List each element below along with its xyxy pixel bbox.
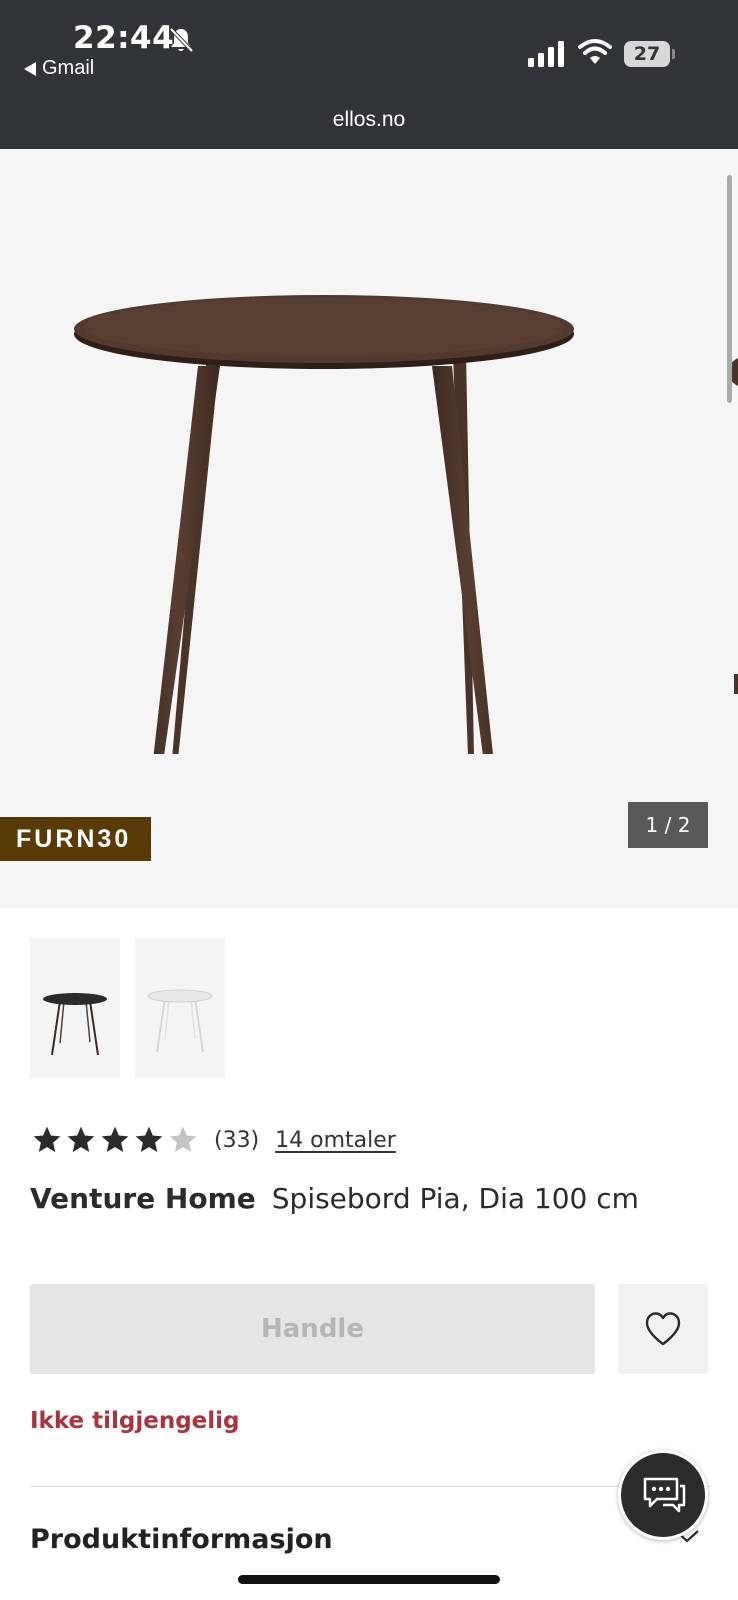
cellular-signal-icon — [528, 41, 564, 67]
product-rating[interactable]: (33) 14 omtaler — [30, 1123, 396, 1157]
availability-status: Ikke tilgjengelig — [30, 1408, 240, 1434]
favorite-button[interactable] — [618, 1284, 708, 1374]
wifi-icon — [578, 39, 612, 64]
reviews-link[interactable]: 14 omtaler — [275, 1128, 396, 1153]
battery-icon: 27 — [624, 41, 675, 67]
buy-button[interactable]: Handle — [30, 1284, 595, 1374]
star-filled-icon — [33, 1126, 61, 1152]
thumbnail-1[interactable] — [30, 938, 120, 1078]
image-counter: 1 / 2 — [628, 802, 708, 848]
chat-button[interactable] — [618, 1450, 708, 1540]
star-filled-icon — [135, 1126, 163, 1152]
star-rating — [30, 1124, 200, 1156]
product-title: Venture Home Spisebord Pia, Dia 100 cm — [30, 1182, 639, 1215]
rating-count: (33) — [214, 1127, 260, 1153]
clock: 22:44 — [73, 20, 175, 56]
product-brand[interactable]: Venture Home — [30, 1182, 256, 1215]
section-divider — [30, 1486, 710, 1487]
thumbnail-dark-table — [43, 993, 107, 1056]
star-filled-icon — [101, 1126, 129, 1152]
product-info-section-header[interactable]: Produktinformasjon — [30, 1524, 333, 1555]
thumbnail-white-table — [147, 989, 213, 1053]
back-to-app-link[interactable]: Gmail — [24, 57, 94, 80]
product-image-dining-table — [74, 295, 574, 754]
heart-icon — [645, 1312, 681, 1346]
home-indicator — [238, 1575, 500, 1584]
chat-bubbles-icon — [643, 1477, 686, 1513]
bell-slash-icon — [169, 27, 194, 53]
battery-level: 27 — [624, 41, 670, 67]
thumbnail-2[interactable] — [135, 938, 225, 1078]
back-app-label: Gmail — [42, 57, 95, 79]
next-image-peek — [728, 358, 738, 694]
star-empty-icon — [169, 1126, 197, 1152]
product-name: Spisebord Pia, Dia 100 cm — [271, 1182, 639, 1215]
gallery-scrollbar[interactable] — [727, 175, 732, 403]
product-image-gallery[interactable]: FURN30 1 / 2 — [0, 149, 738, 908]
status-bar: 22:44 Gmail 27 ellos.no — [0, 0, 738, 149]
promo-code-badge: FURN30 — [0, 817, 151, 861]
back-arrow-icon — [24, 61, 36, 76]
star-filled-icon — [67, 1126, 95, 1152]
address-bar-url[interactable]: ellos.no — [0, 108, 738, 132]
